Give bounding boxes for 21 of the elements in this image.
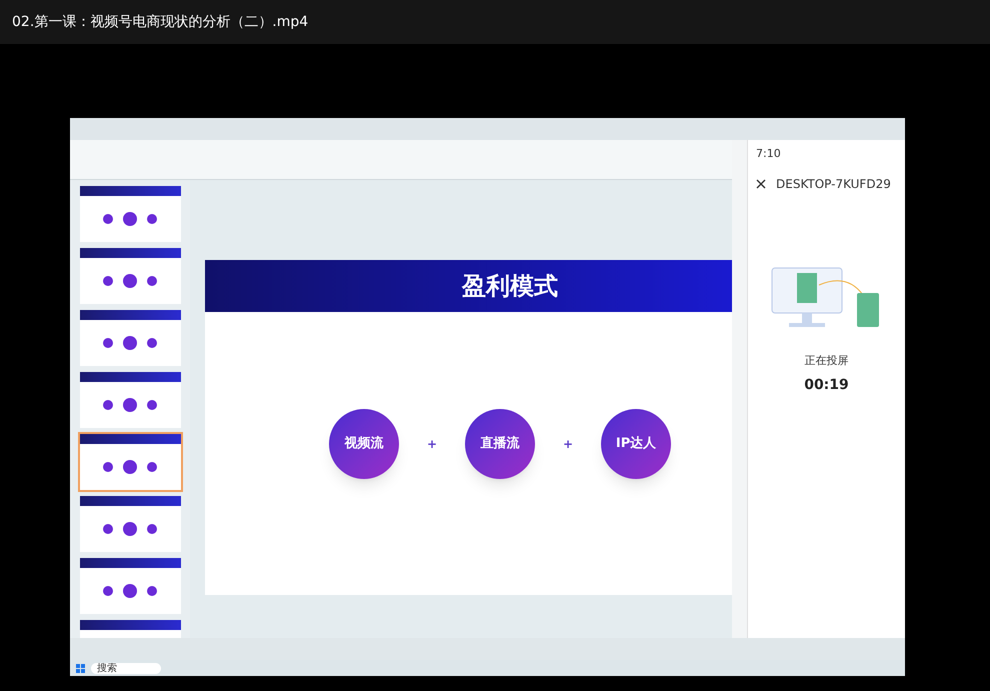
search-field[interactable]: 搜索 bbox=[91, 662, 161, 674]
window-title: 02.第一课：视频号电商现状的分析（二）.mp4 bbox=[12, 12, 308, 32]
plus-sign: + bbox=[563, 436, 574, 452]
windows-icon[interactable] bbox=[76, 664, 85, 672]
slide-thumbnail[interactable] bbox=[80, 496, 180, 552]
cast-timer: 00:19 bbox=[804, 376, 849, 395]
slide-thumbnail[interactable] bbox=[80, 434, 180, 490]
circle-label: 视频流 bbox=[328, 408, 399, 478]
slide-title: 盈利模式 bbox=[462, 271, 558, 302]
status-time: 7:10 bbox=[756, 146, 782, 162]
close-icon[interactable] bbox=[756, 178, 766, 188]
slide-thumbnail[interactable] bbox=[80, 186, 180, 242]
circle-label: IP达人 bbox=[601, 408, 672, 478]
plus-sign: + bbox=[426, 436, 437, 452]
slide-thumbnail[interactable] bbox=[80, 248, 180, 304]
circle-label: 直播流 bbox=[465, 408, 535, 478]
slide-thumbnail[interactable] bbox=[80, 372, 180, 428]
casting-status: 正在投屏 bbox=[804, 352, 848, 368]
slide-thumbnail[interactable] bbox=[80, 558, 180, 614]
slide-thumbnail[interactable] bbox=[80, 310, 180, 366]
device-name: DESKTOP-7KUFD29 bbox=[776, 176, 891, 192]
